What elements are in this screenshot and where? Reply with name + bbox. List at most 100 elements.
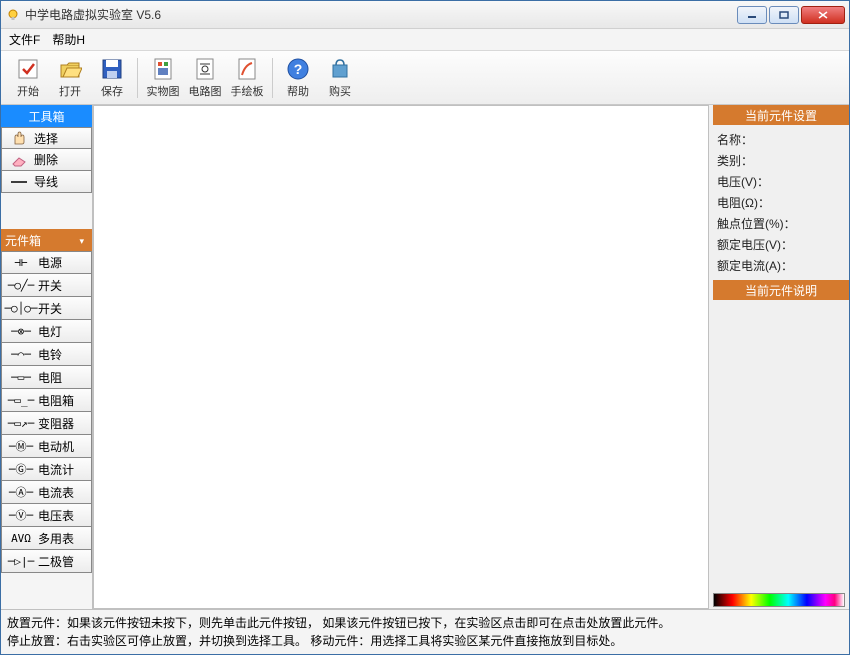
select-tool[interactable]: 选择 (1, 127, 92, 149)
hand-icon (6, 130, 32, 146)
close-button[interactable] (801, 6, 845, 24)
menubar: 文件F 帮助H (1, 29, 849, 51)
component-symbol: ⊣⊢ (4, 256, 38, 269)
prop-contact: 触点位置(%)： (713, 213, 849, 234)
component-电阻箱[interactable]: ─▭̲─电阻箱 (1, 389, 92, 412)
main-area: 工具箱 选择 删除 导线 元件箱 ⊣⊢电源─○╱─开关─○│○─开关─⊗─电灯─… (1, 105, 849, 609)
prop-rated-a: 额定电流(A)： (713, 255, 849, 276)
component-电灯[interactable]: ─⊗─电灯 (1, 320, 92, 343)
prop-voltage: 电压(V)： (713, 171, 849, 192)
spacer (713, 304, 849, 591)
app-icon (5, 7, 21, 23)
component-电源[interactable]: ⊣⊢电源 (1, 251, 92, 274)
component-symbol: AVΩ (4, 532, 38, 545)
component-label: 变阻器 (38, 415, 89, 432)
open-icon (57, 56, 83, 82)
canvas-area[interactable] (93, 105, 709, 609)
component-电流表[interactable]: ─Ⓐ─电流表 (1, 481, 92, 504)
component-多用表[interactable]: AVΩ多用表 (1, 527, 92, 550)
component-label: 电源 (38, 254, 89, 271)
wire-tool[interactable]: 导线 (1, 171, 92, 193)
help-button[interactable]: ? 帮助 (277, 54, 319, 102)
component-label: 多用表 (38, 530, 89, 547)
open-button[interactable]: 打开 (49, 54, 91, 102)
componentbox-header[interactable]: 元件箱 (1, 229, 92, 251)
component-label: 电动机 (38, 438, 89, 455)
prop-rated-v: 额定电压(V)： (713, 234, 849, 255)
component-symbol: ─▷|─ (4, 555, 38, 568)
settings-header: 当前元件设置 (713, 105, 849, 125)
save-icon (99, 56, 125, 82)
component-label: 电铃 (38, 346, 89, 363)
spacer (1, 193, 92, 229)
menu-help[interactable]: 帮助H (46, 29, 91, 50)
delete-tool[interactable]: 删除 (1, 149, 92, 171)
component-label: 电灯 (38, 323, 89, 340)
component-label: 电阻 (38, 369, 89, 386)
component-二极管[interactable]: ─▷|─二极管 (1, 550, 92, 573)
menu-file[interactable]: 文件F (3, 29, 46, 50)
component-label: 开关 (38, 300, 89, 317)
component-电阻[interactable]: ─▭─电阻 (1, 366, 92, 389)
realview-button[interactable]: 实物图 (142, 54, 184, 102)
handdraw-icon (234, 56, 260, 82)
component-symbol: ─⌒─ (4, 348, 38, 361)
start-button[interactable]: 开始 (7, 54, 49, 102)
component-电动机[interactable]: ─Ⓜ─电动机 (1, 435, 92, 458)
component-symbol: ─○│○─ (4, 302, 38, 315)
component-symbol: ─⊗─ (4, 325, 38, 338)
window-buttons (737, 6, 845, 24)
component-symbol: ─Ⓖ─ (4, 461, 38, 477)
separator (272, 58, 273, 98)
separator (137, 58, 138, 98)
titlebar: 中学电路虚拟实验室 V5.6 (1, 1, 849, 29)
component-label: 电压表 (38, 507, 89, 524)
toolbox-header: 工具箱 (1, 105, 92, 127)
start-icon (15, 56, 41, 82)
status-line2: 停止放置：右击实验区可停止放置，并切换到选择工具。 移动元件：用选择工具将实验区… (7, 632, 843, 650)
component-label: 电流表 (38, 484, 89, 501)
component-list: ⊣⊢电源─○╱─开关─○│○─开关─⊗─电灯─⌒─电铃─▭─电阻─▭̲─电阻箱─… (1, 251, 92, 573)
component-symbol: ─Ⓜ─ (4, 438, 38, 454)
prop-type: 类别： (713, 150, 849, 171)
prop-name: 名称： (713, 129, 849, 150)
component-label: 二极管 (38, 553, 89, 570)
right-panel: 当前元件设置 名称： 类别： 电压(V)： 电阻(Ω)： 触点位置(%)： 额定… (709, 105, 849, 609)
svg-text:?: ? (294, 61, 303, 77)
status-bar: 放置元件：如果该元件按钮未按下，则先单击此元件按钮， 如果该元件按钮已按下，在实… (1, 609, 849, 654)
component-电压表[interactable]: ─Ⓥ─电压表 (1, 504, 92, 527)
component-电铃[interactable]: ─⌒─电铃 (1, 343, 92, 366)
save-button[interactable]: 保存 (91, 54, 133, 102)
realview-icon (150, 56, 176, 82)
prop-resistance: 电阻(Ω)： (713, 192, 849, 213)
status-line1: 放置元件：如果该元件按钮未按下，则先单击此元件按钮， 如果该元件按钮已按下，在实… (7, 614, 843, 632)
app-window: 中学电路虚拟实验室 V5.6 文件F 帮助H 开始 打开 保存 实物图 (0, 0, 850, 655)
component-变阻器[interactable]: ─▭↗─变阻器 (1, 412, 92, 435)
help-icon: ? (285, 56, 311, 82)
desc-header: 当前元件说明 (713, 280, 849, 300)
left-panel: 工具箱 选择 删除 导线 元件箱 ⊣⊢电源─○╱─开关─○│○─开关─⊗─电灯─… (1, 105, 93, 609)
minimize-button[interactable] (737, 6, 767, 24)
component-label: 电流计 (38, 461, 89, 478)
component-电流计[interactable]: ─Ⓖ─电流计 (1, 458, 92, 481)
component-symbol: ─○╱─ (4, 279, 38, 292)
component-symbol: ─▭─ (4, 371, 38, 384)
buy-button[interactable]: 购买 (319, 54, 361, 102)
component-开关[interactable]: ─○╱─开关 (1, 274, 92, 297)
component-symbol: ─▭̲─ (4, 394, 38, 407)
circuit-button[interactable]: 电路图 (184, 54, 226, 102)
component-开关[interactable]: ─○│○─开关 (1, 297, 92, 320)
handdraw-button[interactable]: 手绘板 (226, 54, 268, 102)
component-symbol: ─▭↗─ (4, 417, 38, 430)
window-title: 中学电路虚拟实验室 V5.6 (25, 6, 737, 23)
component-symbol: ─Ⓐ─ (4, 484, 38, 500)
color-bar[interactable] (713, 593, 845, 607)
circuit-icon (192, 56, 218, 82)
component-label: 开关 (38, 277, 89, 294)
wire-icon (6, 174, 32, 190)
maximize-button[interactable] (769, 6, 799, 24)
eraser-icon (6, 152, 32, 168)
buy-icon (327, 56, 353, 82)
component-symbol: ─Ⓥ─ (4, 507, 38, 523)
toolbar: 开始 打开 保存 实物图 电路图 手绘板 ? 帮助 购买 (1, 51, 849, 105)
